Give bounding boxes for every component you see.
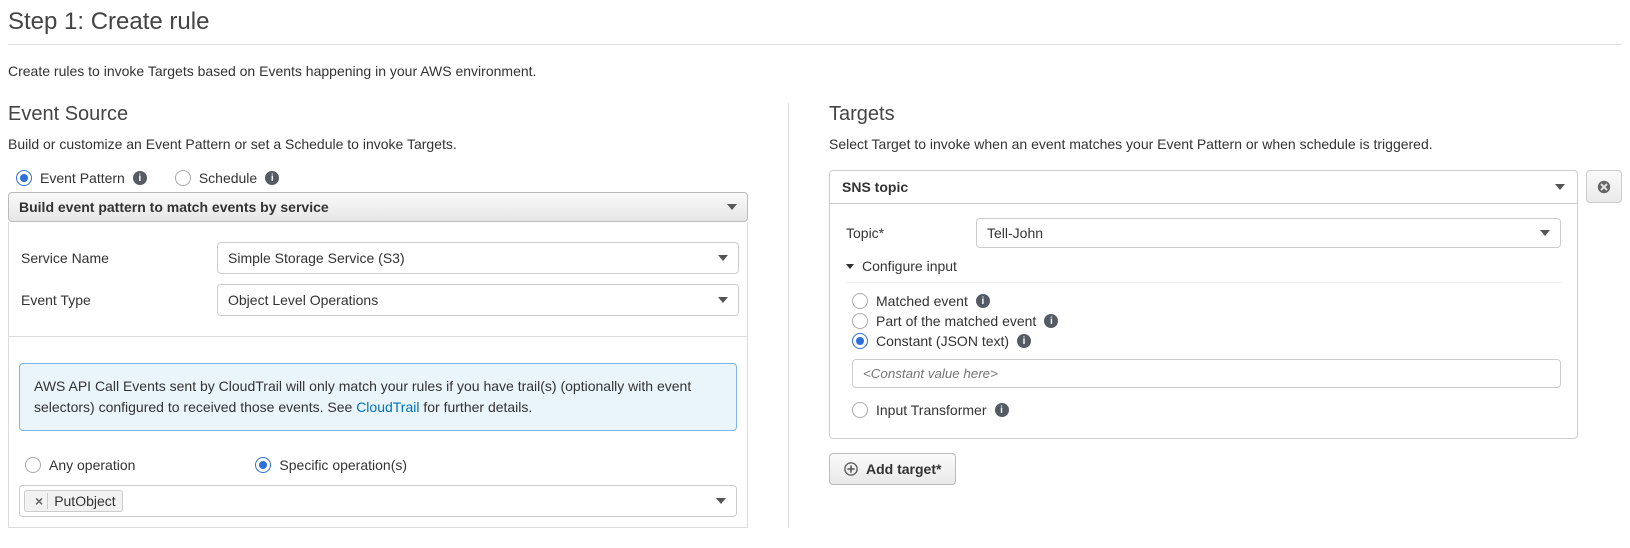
radio-constant[interactable] [852,333,868,349]
info-icon[interactable]: i [995,403,1009,417]
info-icon[interactable]: i [1017,334,1031,348]
topic-value: Tell-John [987,225,1043,241]
operation-tag-label: PutObject [54,493,115,509]
event-type-select[interactable]: Object Level Operations [217,284,739,316]
caret-down-icon [718,297,728,303]
radio-part-matched-label: Part of the matched event [876,313,1036,329]
service-name-label: Service Name [17,250,217,266]
info-icon[interactable]: i [1044,314,1058,328]
add-target-button[interactable]: Add target* [829,453,956,485]
info-icon[interactable]: i [976,294,990,308]
radio-matched-event[interactable] [852,293,868,309]
configure-input-label: Configure input [862,258,957,274]
radio-event-pattern-label: Event Pattern [40,170,125,186]
constant-value-input[interactable] [852,359,1561,388]
event-type-label: Event Type [17,292,217,308]
operations-input[interactable]: × PutObject [19,485,737,517]
build-mode-value: Build event pattern to match events by s… [19,199,329,215]
info-icon[interactable]: i [133,171,147,185]
page-intro: Create rules to invoke Targets based on … [8,63,1622,79]
remove-tag-icon[interactable]: × [31,493,48,509]
caret-down-icon [1540,230,1550,236]
service-name-value: Simple Storage Service (S3) [228,250,405,266]
radio-constant-label: Constant (JSON text) [876,333,1009,349]
add-target-label: Add target* [866,461,941,477]
cloudtrail-link[interactable]: CloudTrail [356,399,419,415]
radio-specific-operations-label: Specific operation(s) [279,457,407,473]
caret-down-icon [1555,184,1565,190]
divider [8,44,1622,45]
plus-circle-icon [844,462,858,476]
caret-down-icon [846,264,854,269]
remove-circle-icon [1597,180,1611,194]
radio-specific-operations[interactable] [255,457,271,473]
operation-tag: × PutObject [24,490,123,512]
targets-subtitle: Select Target to invoke when an event ma… [829,136,1622,152]
source-title: Event Source [8,103,748,126]
event-type-value: Object Level Operations [228,292,378,308]
topic-label: Topic* [846,225,976,241]
topic-select[interactable]: Tell-John [976,218,1561,248]
remove-target-button[interactable] [1586,170,1622,203]
build-mode-select[interactable]: Build event pattern to match events by s… [8,192,748,222]
source-subtitle: Build or customize an Event Pattern or s… [8,136,748,152]
radio-event-pattern[interactable] [16,170,32,186]
radio-input-transformer-label: Input Transformer [876,402,987,418]
radio-part-matched[interactable] [852,313,868,329]
radio-input-transformer[interactable] [852,402,868,418]
divider [846,282,1561,283]
radio-schedule[interactable] [175,170,191,186]
targets-title: Targets [829,103,1622,126]
radio-schedule-label: Schedule [199,170,257,186]
caret-down-icon [716,498,726,504]
caret-down-icon [727,204,737,210]
page-title: Step 1: Create rule [8,8,1622,36]
configure-input-toggle[interactable]: Configure input [846,258,1561,274]
service-name-select[interactable]: Simple Storage Service (S3) [217,242,739,274]
target-type-value: SNS topic [842,179,908,195]
info-icon[interactable]: i [265,171,279,185]
caret-down-icon [718,255,728,261]
radio-matched-event-label: Matched event [876,293,968,309]
radio-any-operation-label: Any operation [49,457,135,473]
radio-any-operation[interactable] [25,457,41,473]
column-divider [788,103,789,528]
cloudtrail-info: AWS API Call Events sent by CloudTrail w… [19,363,737,431]
target-type-select[interactable]: SNS topic [829,170,1578,203]
